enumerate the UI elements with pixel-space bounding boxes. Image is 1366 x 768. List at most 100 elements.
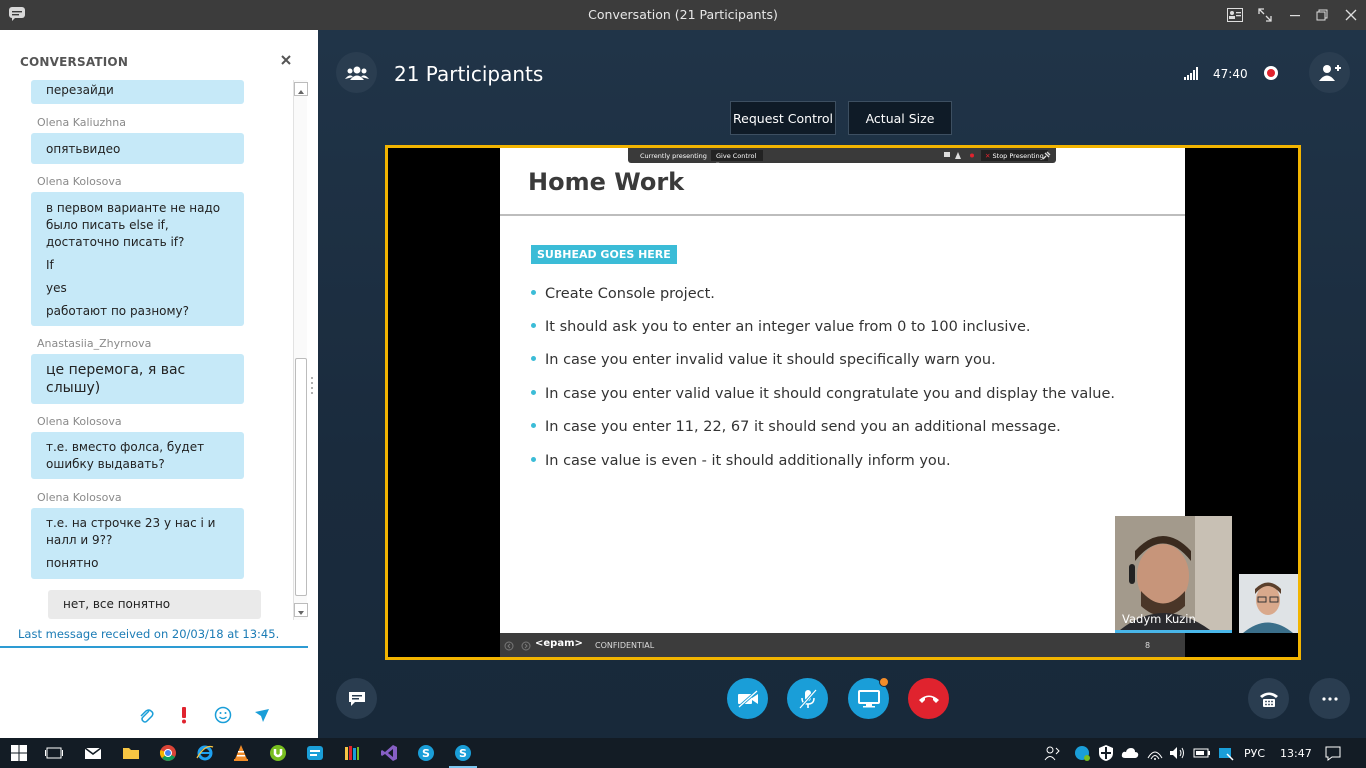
- restore-button[interactable]: [1308, 4, 1336, 26]
- input-language[interactable]: РУС: [1244, 747, 1265, 760]
- caret-down-icon: [298, 611, 304, 615]
- conversation-pane: CONVERSATION перезайди Olena Kaliuzhna о…: [0, 30, 318, 738]
- message-text: работают по разному?: [46, 304, 190, 318]
- pane-resize-handle-icon[interactable]: [310, 375, 314, 395]
- message-text: т.е. вместо фолса, будет: [46, 440, 205, 454]
- pin-icon[interactable]: [1042, 151, 1051, 160]
- action-center-icon[interactable]: [1324, 744, 1342, 762]
- message-text: yes: [46, 281, 67, 295]
- call-area: 21 Participants 47:40 Request Control Ac…: [318, 30, 1366, 738]
- keyboard-indicator-icon[interactable]: [1217, 744, 1235, 762]
- call-quality-signal-icon[interactable]: [1184, 67, 1198, 80]
- emoticon-icon[interactable]: [214, 706, 232, 724]
- stop-presenting-button[interactable]: ✕ Stop Presenting: [981, 150, 1048, 161]
- people-tray-icon[interactable]: [1043, 744, 1061, 762]
- slide-bullet: In case you enter invalid value it shoul…: [531, 352, 996, 368]
- window-title: Conversation (21 Participants): [588, 7, 778, 22]
- close-window-button[interactable]: [1337, 4, 1365, 26]
- more-dots-icon: [1321, 696, 1338, 701]
- message-text: понятно: [46, 556, 99, 570]
- end-call-button[interactable]: [908, 678, 949, 719]
- attach-file-icon[interactable]: [138, 706, 154, 724]
- scroll-down-button[interactable]: [294, 603, 308, 617]
- video-off-icon: [737, 689, 758, 708]
- message-sender: Olena Kolosova: [37, 175, 122, 188]
- contact-card-button[interactable]: [1221, 4, 1249, 26]
- bullet-dot-icon: [531, 390, 536, 395]
- compose-separator: [0, 646, 308, 648]
- message-bubble: т.е. на строчке 23 у нас i и налл и 9?? …: [31, 508, 244, 579]
- show-conversation-button[interactable]: [336, 678, 377, 719]
- give-control-dropdown[interactable]: Give Control ▾: [711, 150, 763, 168]
- minimize-icon: [1290, 15, 1300, 17]
- more-options-button[interactable]: [1309, 678, 1350, 719]
- vlc-icon[interactable]: [232, 744, 250, 762]
- fullscreen-button[interactable]: [1251, 4, 1279, 26]
- message-text: было писать else if,: [46, 218, 169, 232]
- presenter-video-tile[interactable]: Vadym Kuzin: [1115, 516, 1232, 633]
- self-video-tile[interactable]: [1239, 574, 1298, 633]
- message-sender: Anastasiia_Zhyrnova: [37, 337, 152, 350]
- volume-icon[interactable]: [1168, 744, 1186, 762]
- skype-chat-taskbar-icon[interactable]: [306, 744, 324, 762]
- shared-screen[interactable]: Home Work SUBHEAD GOES HERE Create Conso…: [385, 145, 1301, 660]
- message-text: т.е. на строчке 23 у нас i и: [46, 516, 216, 530]
- message-text: If: [46, 258, 54, 272]
- send-icon[interactable]: [254, 706, 270, 724]
- visual-studio-icon[interactable]: [380, 744, 398, 762]
- windows-taskbar: S S РУС 13:47: [0, 738, 1366, 768]
- conversation-header: CONVERSATION: [20, 55, 129, 69]
- share-screen-button[interactable]: [848, 677, 889, 719]
- message-list[interactable]: перезайди Olena Kaliuzhna опятьвидео Ole…: [0, 80, 292, 620]
- add-participant-button[interactable]: [1309, 52, 1350, 93]
- recording-indicator-icon[interactable]: [1263, 65, 1279, 81]
- message-bubble: опятьвидео: [31, 133, 244, 164]
- slide-bullet: In case you enter 11, 22, 67 it should s…: [531, 419, 1061, 435]
- system-clock[interactable]: 13:47: [1280, 747, 1312, 760]
- library-books-icon[interactable]: [343, 744, 361, 762]
- scroll-up-button[interactable]: [294, 82, 308, 96]
- wifi-icon[interactable]: [1146, 744, 1164, 762]
- bullet-dot-icon: [531, 290, 536, 295]
- message-scrollbar[interactable]: [293, 80, 308, 620]
- message-compose-input[interactable]: [0, 650, 308, 700]
- utorrent-icon[interactable]: [269, 744, 287, 762]
- add-person-icon: [1318, 64, 1341, 81]
- battery-icon[interactable]: [1193, 744, 1211, 762]
- file-explorer-icon[interactable]: [122, 744, 140, 762]
- close-icon: [1345, 9, 1357, 21]
- video-toggle-button[interactable]: [727, 678, 768, 719]
- request-control-button[interactable]: Request Control: [730, 101, 836, 135]
- phone-keypad-icon: [1259, 692, 1278, 707]
- self-video-image: [1239, 574, 1298, 633]
- microphone-muted-icon: [798, 688, 817, 709]
- bullet-dot-icon: [531, 457, 536, 462]
- chrome-icon[interactable]: [159, 744, 177, 762]
- onedrive-cloud-icon[interactable]: [1121, 744, 1139, 762]
- scroll-thumb[interactable]: [295, 358, 307, 596]
- actual-size-button[interactable]: Actual Size: [848, 101, 952, 135]
- mail-icon[interactable]: [84, 744, 102, 762]
- skype-icon[interactable]: S: [417, 744, 435, 762]
- skype-business-active-icon[interactable]: S: [454, 744, 472, 762]
- message-text: достаточно писать if?: [46, 235, 185, 249]
- mute-toggle-button[interactable]: [787, 678, 828, 719]
- skype-tray-icon[interactable]: [1073, 744, 1091, 762]
- presenting-toolbar: Currently presenting Give Control ▾ ✕ St…: [628, 148, 1056, 168]
- contact-card-icon: [1227, 8, 1243, 22]
- epam-logo: <epam>: [535, 638, 583, 649]
- svg-text:S: S: [422, 747, 430, 760]
- bullet-dot-icon: [531, 423, 536, 428]
- close-conversation-icon[interactable]: [278, 52, 294, 68]
- internet-explorer-icon[interactable]: [196, 744, 214, 762]
- hang-up-icon: [918, 695, 939, 703]
- dial-pad-button[interactable]: [1248, 678, 1289, 719]
- presenter-name: Vadym Kuzin: [1122, 612, 1196, 626]
- urgent-message-icon[interactable]: [178, 706, 190, 724]
- minimize-button[interactable]: [1281, 4, 1309, 26]
- task-view-icon[interactable]: [45, 744, 63, 762]
- windows-start-icon[interactable]: [10, 744, 28, 762]
- participants-button[interactable]: [336, 52, 377, 93]
- slide-nav-arrows-icon[interactable]: [504, 641, 534, 651]
- security-shield-icon[interactable]: [1097, 744, 1115, 762]
